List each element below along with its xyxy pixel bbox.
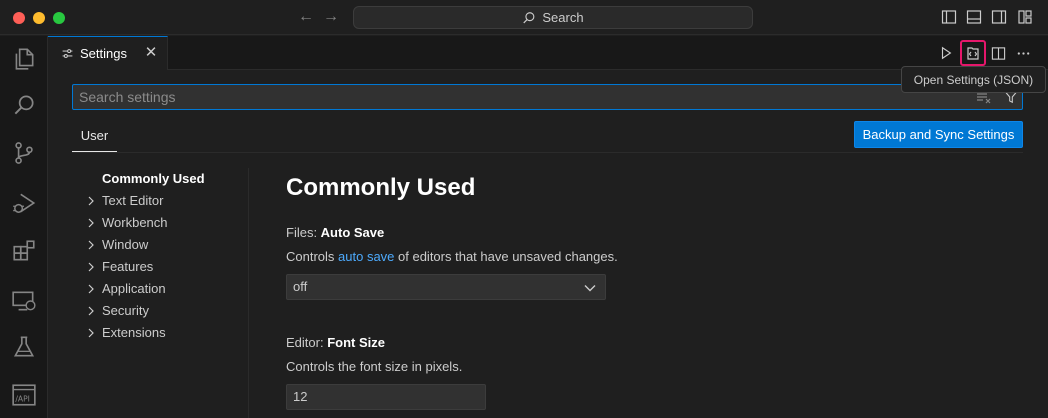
toc-item-extensions[interactable]: Extensions <box>72 322 248 344</box>
setting-editor-font-size: Editor: Font Size Controls the font size… <box>286 334 1016 410</box>
extensions-icon[interactable] <box>11 238 37 264</box>
title-bar: ← → Search <box>0 0 1048 35</box>
settings-toc: Commonly Used Text Editor Workbench Wind… <box>72 168 248 344</box>
scope-tab-user[interactable]: User <box>72 128 117 152</box>
setting-description: Controls auto save of editors that have … <box>286 248 1016 266</box>
api-icon[interactable]: /API <box>11 382 37 408</box>
toc-item-window[interactable]: Window <box>72 234 248 256</box>
chevron-right-icon <box>88 284 94 294</box>
toc-item-label: Commonly Used <box>102 171 205 186</box>
tab-settings[interactable]: Settings ✕ <box>48 36 168 70</box>
arrow-right-icon[interactable]: → <box>322 8 340 26</box>
toc-item-label: Extensions <box>102 325 166 340</box>
chevron-right-icon <box>88 262 94 272</box>
close-icon[interactable]: ✕ <box>143 45 159 61</box>
toggle-primary-sidebar-icon[interactable] <box>941 9 957 25</box>
chevron-right-icon <box>88 240 94 250</box>
command-center-search[interactable]: Search <box>353 6 753 29</box>
section-title: Commonly Used <box>286 174 476 201</box>
chevron-right-icon <box>88 218 94 228</box>
chevron-right-icon <box>88 328 94 338</box>
arrow-left-icon[interactable]: ← <box>297 8 315 26</box>
svg-text:/API: /API <box>15 395 30 404</box>
run-debug-icon[interactable] <box>11 190 37 216</box>
search-settings-box[interactable] <box>72 84 1023 110</box>
setting-category: Editor: <box>286 335 328 350</box>
toc-item-security[interactable]: Security <box>72 300 248 322</box>
open-settings-json-button[interactable] <box>960 40 986 66</box>
window-maximize-button[interactable] <box>53 12 65 24</box>
command-center-label: Search <box>542 10 584 25</box>
toc-item-features[interactable]: Features <box>72 256 248 278</box>
chevron-right-icon <box>88 196 94 206</box>
toc-item-label: Application <box>102 281 166 296</box>
toc-item-commonly-used[interactable]: Commonly Used <box>72 168 248 190</box>
auto-save-value: off <box>293 279 308 294</box>
settings-editor: User Backup and Sync Settings Commonly U… <box>48 70 1048 418</box>
split-editor-icon[interactable] <box>987 42 1009 64</box>
window-close-button[interactable] <box>13 12 25 24</box>
toc-item-label: Window <box>102 237 149 252</box>
activity-bar: /API <box>0 36 48 418</box>
run-icon[interactable] <box>935 42 957 64</box>
files-icon[interactable] <box>11 46 37 72</box>
tooltip: Open Settings (JSON) <box>901 66 1046 93</box>
description-text: Controls <box>286 249 339 264</box>
scope-divider <box>72 152 1023 153</box>
customize-layout-icon[interactable] <box>1017 9 1033 25</box>
toc-item-label: Features <box>102 259 154 274</box>
toc-divider <box>248 168 249 418</box>
tab-label: Settings <box>80 46 127 61</box>
setting-name: Font Size <box>327 335 385 350</box>
toc-item-label: Workbench <box>102 215 168 230</box>
source-control-icon[interactable] <box>11 140 37 166</box>
backup-and-sync-button[interactable]: Backup and Sync Settings <box>854 121 1023 148</box>
settings-list: Commonly Used Files: Auto Save Controls … <box>286 168 1016 410</box>
toc-item-workbench[interactable]: Workbench <box>72 212 248 234</box>
chevron-right-icon <box>88 306 94 316</box>
open-settings-json-icon <box>967 47 979 60</box>
setting-title: Editor: Font Size <box>286 334 1016 352</box>
description-text: of editors that have unsaved changes. <box>394 249 618 264</box>
toc-item-label: Security <box>102 303 149 318</box>
toc-item-application[interactable]: Application <box>72 278 248 300</box>
search-icon <box>523 11 535 23</box>
setting-name: Auto Save <box>320 225 385 240</box>
remote-explorer-icon[interactable] <box>11 288 37 314</box>
editor-tab-bar: Settings ✕ <box>48 36 1048 70</box>
search-icon[interactable] <box>11 92 37 118</box>
more-actions-icon[interactable] <box>1012 42 1034 64</box>
search-settings-input[interactable] <box>79 85 959 109</box>
font-size-input[interactable]: 12 <box>286 384 486 410</box>
setting-description: Controls the font size in pixels. <box>286 359 463 374</box>
setting-category: Files: <box>286 225 321 240</box>
settings-sliders-icon <box>62 49 73 58</box>
toc-item-text-editor[interactable]: Text Editor <box>72 190 248 212</box>
auto-save-select[interactable]: off <box>286 274 606 300</box>
setting-files-auto-save: Files: Auto Save Controls auto save of e… <box>286 224 1016 300</box>
beaker-icon[interactable] <box>11 334 37 360</box>
window-minimize-button[interactable] <box>33 12 45 24</box>
toc-item-label: Text Editor <box>102 193 164 208</box>
toggle-secondary-sidebar-icon[interactable] <box>991 9 1007 25</box>
auto-save-link[interactable]: auto save <box>338 249 394 264</box>
chevron-down-icon <box>584 285 596 292</box>
toggle-panel-icon[interactable] <box>966 9 982 25</box>
setting-title: Files: Auto Save <box>286 224 1016 242</box>
